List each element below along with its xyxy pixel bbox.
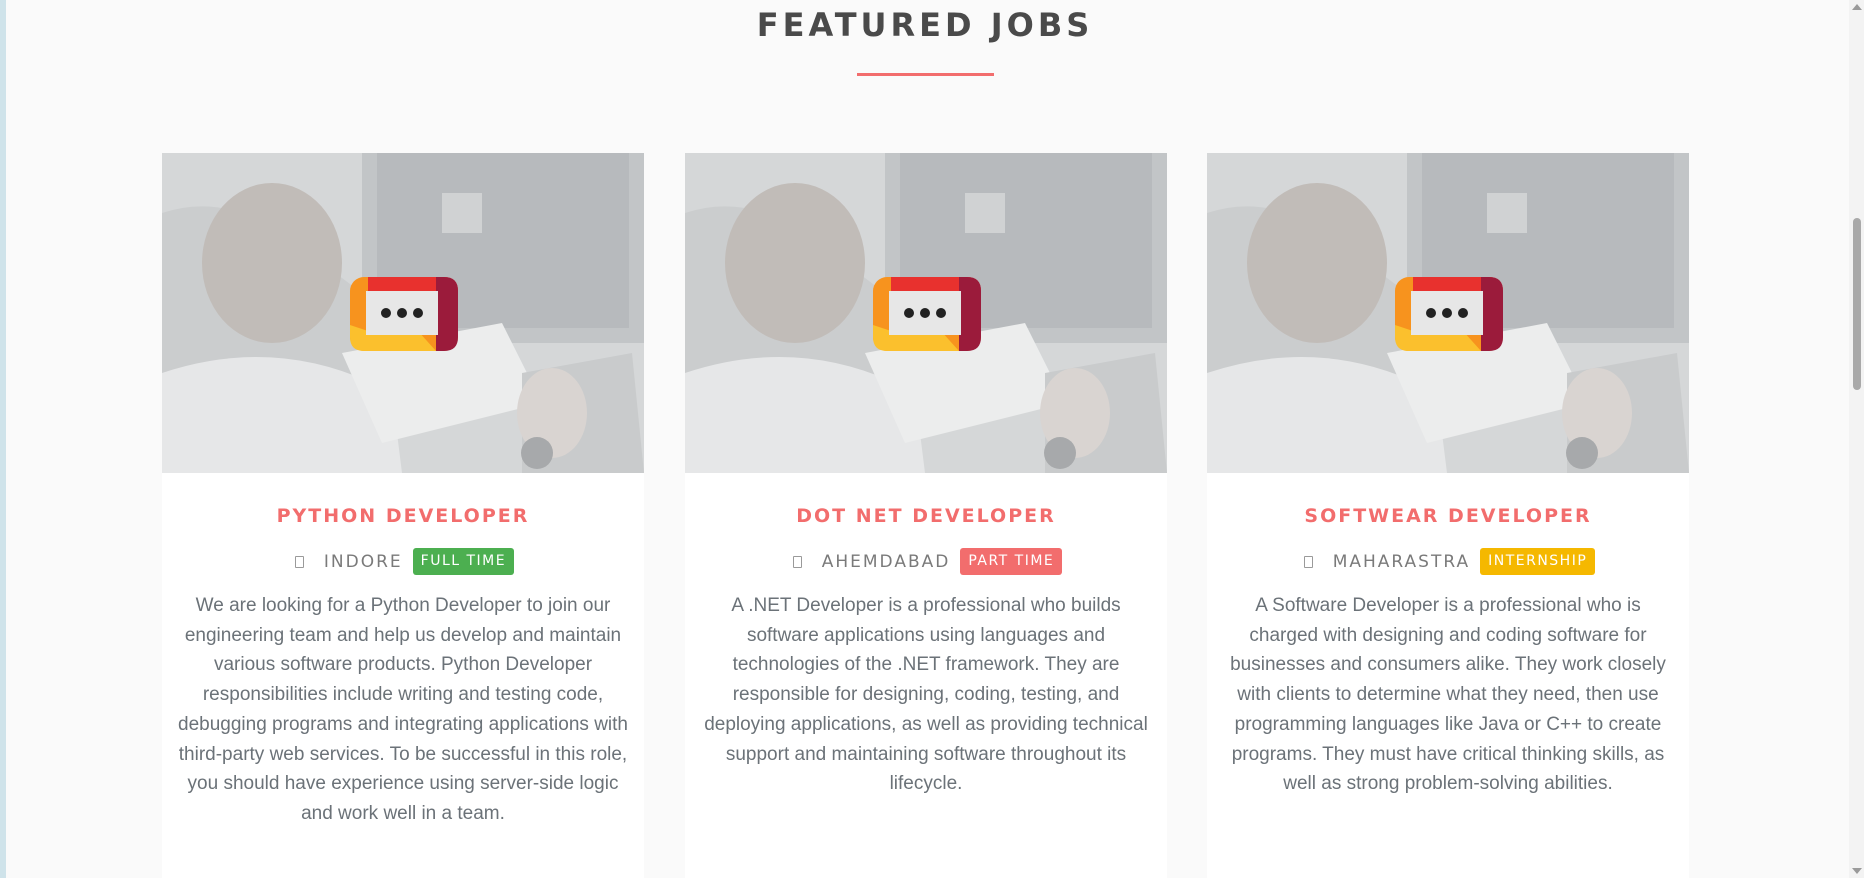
section-title: FEATURED JOBS (756, 6, 1094, 44)
scroll-up-arrow-icon[interactable] (1852, 4, 1862, 10)
chat-logo-icon (350, 277, 458, 351)
job-title[interactable]: SOFTWEAR DEVELOPER (1207, 505, 1689, 527)
vertical-scrollbar[interactable] (1849, 0, 1864, 878)
location-icon (292, 555, 306, 569)
scrollbar-thumb[interactable] (1853, 218, 1861, 390)
scroll-down-arrow-icon[interactable] (1852, 868, 1862, 874)
job-image (162, 153, 644, 473)
job-title[interactable]: DOT NET DEVELOPER (685, 505, 1167, 527)
job-card-softwear-developer[interactable]: SOFTWEAR DEVELOPER MAHARASTRA INTERNSHIP… (1207, 153, 1689, 878)
job-description: A .NET Developer is a professional who b… (704, 595, 1148, 795)
job-card-python-developer[interactable]: PYTHON DEVELOPER INDORE FULL TIME We are… (162, 153, 644, 878)
window-left-edge (0, 0, 6, 878)
job-location: INDORE (323, 551, 403, 572)
chat-logo-icon (873, 277, 981, 351)
job-type-badge: FULL TIME (412, 548, 515, 575)
job-title[interactable]: PYTHON DEVELOPER (162, 505, 644, 527)
job-description: A Software Developer is a professional w… (1230, 595, 1666, 795)
location-icon (790, 555, 804, 569)
job-image (1207, 153, 1689, 473)
job-card-dot-net-developer[interactable]: DOT NET DEVELOPER AHEMDABAD PART TIME A … (685, 153, 1167, 878)
title-underline (857, 73, 994, 76)
location-icon (1301, 555, 1315, 569)
job-description: We are looking for a Python Developer to… (178, 595, 628, 824)
job-image (685, 153, 1167, 473)
job-meta: MAHARASTRA INTERNSHIP (1207, 548, 1689, 575)
chat-logo-icon (1395, 277, 1503, 351)
job-type-badge: PART TIME (960, 548, 1063, 575)
job-meta: INDORE FULL TIME (162, 548, 644, 575)
job-type-badge: INTERNSHIP (1480, 548, 1596, 575)
job-location: MAHARASTRA (1332, 551, 1471, 572)
job-location: AHEMDABAD (821, 551, 951, 572)
job-meta: AHEMDABAD PART TIME (685, 548, 1167, 575)
